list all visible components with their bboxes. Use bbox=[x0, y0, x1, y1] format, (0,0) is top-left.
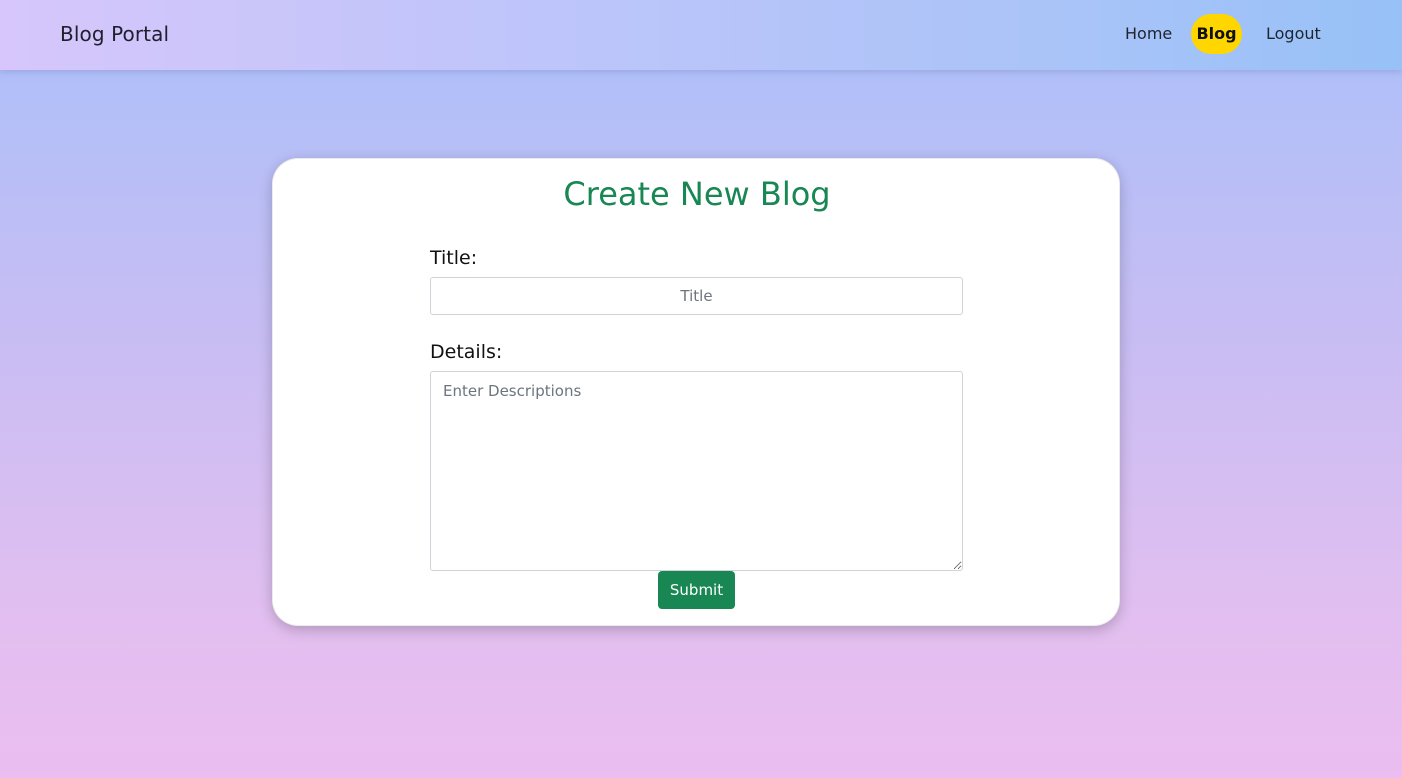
submit-button[interactable]: Submit bbox=[658, 571, 735, 609]
nav-blog-link[interactable]: Blog bbox=[1191, 14, 1242, 54]
title-label: Title: bbox=[430, 247, 478, 269]
brand-link[interactable]: Blog Portal bbox=[60, 22, 169, 46]
title-input[interactable] bbox=[430, 277, 963, 315]
nav-logout-link[interactable]: Logout bbox=[1258, 14, 1329, 54]
details-textarea[interactable] bbox=[430, 371, 963, 571]
page-title: Create New Blog bbox=[563, 175, 831, 213]
navbar: Blog Portal Home Blog Logout bbox=[0, 0, 1402, 70]
details-label: Details: bbox=[430, 341, 503, 363]
create-blog-card: Create New Blog Title: Details: Submit bbox=[272, 158, 1120, 626]
nav-home-link[interactable]: Home bbox=[1117, 14, 1180, 54]
